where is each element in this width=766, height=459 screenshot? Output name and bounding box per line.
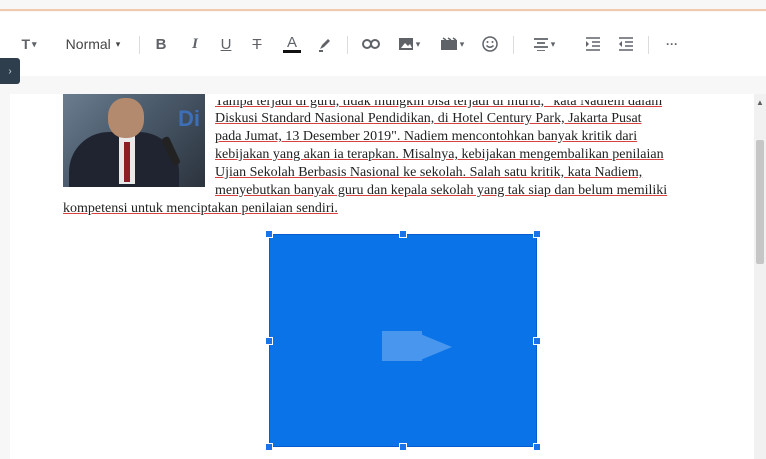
indent-icon bbox=[586, 37, 600, 51]
toolbar-separator bbox=[648, 36, 649, 54]
paragraph-text: kebijakan yang akan ia terapkan. Misalny… bbox=[215, 147, 664, 162]
chevron-down-icon: ▾ bbox=[115, 38, 121, 49]
paragraph-line-4: kebijakan yang akan ia terapkan. Misalny… bbox=[215, 146, 664, 163]
strikethrough-icon: T bbox=[252, 35, 262, 53]
photo-figure-head bbox=[108, 98, 144, 138]
more-options-button[interactable]: ··· bbox=[660, 32, 684, 56]
align-center-icon bbox=[533, 38, 548, 51]
video-icon bbox=[440, 37, 457, 50]
chevron-down-icon: ▾ bbox=[32, 38, 37, 49]
insert-link-button[interactable] bbox=[360, 32, 382, 56]
italic-icon: I bbox=[192, 35, 198, 52]
paragraph-text: Diskusi Standard Nasional Pendidikan, di… bbox=[215, 111, 642, 126]
insert-image-button[interactable]: ▾ bbox=[394, 32, 424, 56]
bold-button[interactable]: B bbox=[152, 32, 170, 56]
side-panel-toggle[interactable]: › bbox=[0, 58, 20, 84]
underline-button[interactable]: U bbox=[217, 32, 235, 56]
resize-handle-bottom[interactable] bbox=[399, 443, 407, 451]
text-size-button[interactable]: T ▾ bbox=[14, 32, 44, 56]
italic-button[interactable]: I bbox=[186, 32, 204, 56]
selected-media-block[interactable] bbox=[269, 234, 537, 447]
resize-handle-right[interactable] bbox=[533, 337, 541, 345]
text-color-swatch bbox=[283, 49, 301, 53]
paragraph-line-7: kompetensi untuk menciptakan penilaian s… bbox=[63, 200, 338, 217]
resize-handle-top-right[interactable] bbox=[533, 230, 541, 238]
image-icon bbox=[398, 38, 413, 50]
resize-handle-bottom-left[interactable] bbox=[265, 443, 273, 451]
outdent-icon bbox=[619, 37, 633, 51]
video-placeholder-icon bbox=[382, 331, 452, 361]
highlighter-icon bbox=[319, 39, 330, 52]
article-photo: Di bbox=[63, 94, 205, 187]
toolbar-separator bbox=[347, 36, 348, 54]
text-size-icon: T bbox=[21, 36, 31, 52]
paragraph-text: pada Jumat, 13 Desember 2019". Nadiem me… bbox=[215, 129, 638, 144]
paragraph-style-select[interactable]: Normal ▾ bbox=[58, 32, 128, 56]
highlight-button[interactable] bbox=[314, 32, 336, 56]
paragraph-line-5: Ujian Sekolah Berbasis Nasional ke sekol… bbox=[215, 164, 642, 181]
paragraph-text: kompetensi untuk menciptakan penilaian s… bbox=[63, 201, 338, 216]
paragraph-style-value: Normal bbox=[65, 36, 111, 52]
photo-figure-tie bbox=[124, 142, 130, 182]
photo-background-lettering: Di bbox=[178, 106, 200, 131]
indent-button[interactable] bbox=[582, 32, 604, 56]
smiley-icon bbox=[482, 36, 498, 52]
paragraph-text: Ujian Sekolah Berbasis Nasional ke sekol… bbox=[215, 165, 643, 180]
chevron-down-icon: ▾ bbox=[415, 38, 421, 49]
strikethrough-button[interactable]: T bbox=[248, 32, 266, 56]
paragraph-line-6: menyebutkan banyak guru dan kepala sekol… bbox=[215, 182, 667, 199]
toolbar-separator bbox=[513, 36, 514, 54]
resize-handle-top-left[interactable] bbox=[265, 230, 273, 238]
chevron-down-icon: ▾ bbox=[550, 38, 556, 49]
insert-video-button[interactable]: ▾ bbox=[437, 32, 467, 56]
align-button[interactable]: ▾ bbox=[528, 32, 560, 56]
scrollbar-thumb[interactable] bbox=[756, 140, 764, 264]
paragraph-line-2: Diskusi Standard Nasional Pendidikan, di… bbox=[215, 110, 642, 127]
toolbar-separator bbox=[139, 36, 140, 54]
more-icon: ··· bbox=[666, 37, 678, 51]
insert-emoji-button[interactable] bbox=[479, 32, 501, 56]
chevron-right-icon: › bbox=[8, 65, 12, 77]
resize-handle-left[interactable] bbox=[265, 337, 273, 345]
link-icon bbox=[362, 39, 380, 49]
resize-handle-top[interactable] bbox=[399, 230, 407, 238]
paragraph-line-3: pada Jumat, 13 Desember 2019". Nadiem me… bbox=[215, 128, 637, 145]
editor-toolbar: T ▾ Normal ▾ B I U T A ▾ ▾ ▾ ··· bbox=[0, 12, 766, 76]
outdent-button[interactable] bbox=[615, 32, 637, 56]
paragraph-text: menyebutkan banyak guru dan kepala sekol… bbox=[215, 183, 668, 198]
text-color-button[interactable]: A bbox=[281, 32, 303, 56]
underline-icon: U bbox=[220, 35, 232, 53]
top-accent-line bbox=[0, 9, 766, 11]
text-color-icon: A bbox=[286, 33, 297, 51]
scroll-up-arrow-icon[interactable]: ▲ bbox=[756, 98, 764, 108]
resize-handle-bottom-right[interactable] bbox=[533, 443, 541, 451]
chevron-down-icon: ▾ bbox=[459, 38, 465, 49]
bold-icon: B bbox=[155, 35, 167, 53]
